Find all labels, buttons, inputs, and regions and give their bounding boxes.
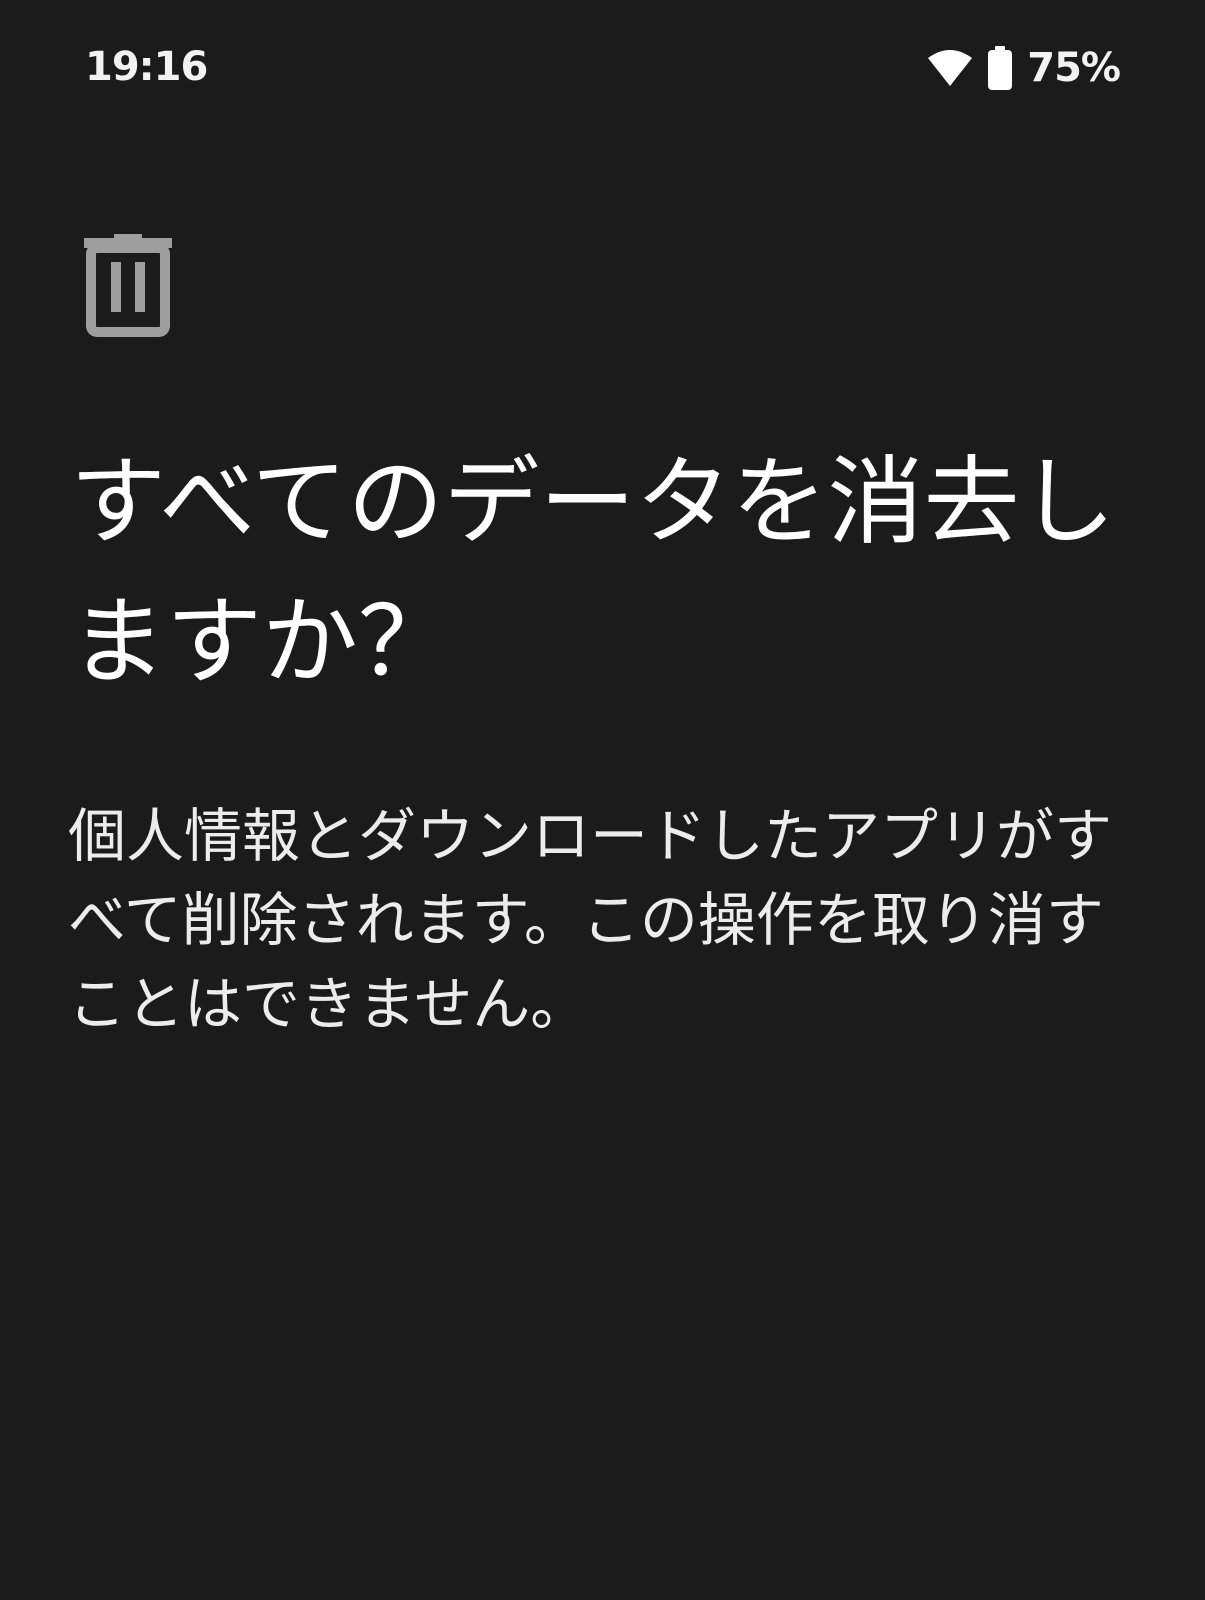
battery-icon xyxy=(987,46,1013,90)
trash-icon xyxy=(84,234,174,338)
dialog-title: すべてのデータを消去しますか？ xyxy=(70,446,1116,698)
wifi-icon xyxy=(927,48,973,88)
battery-percentage: 75% xyxy=(1027,45,1121,91)
status-bar: 19:16 75% xyxy=(0,0,1205,140)
status-time: 19:16 xyxy=(85,44,208,90)
status-icons: 75% xyxy=(927,44,1121,92)
dialog-message: 個人情報とダウンロードしたアプリがすべて削除されます。この操作を取り消すことはで… xyxy=(68,802,1113,1038)
